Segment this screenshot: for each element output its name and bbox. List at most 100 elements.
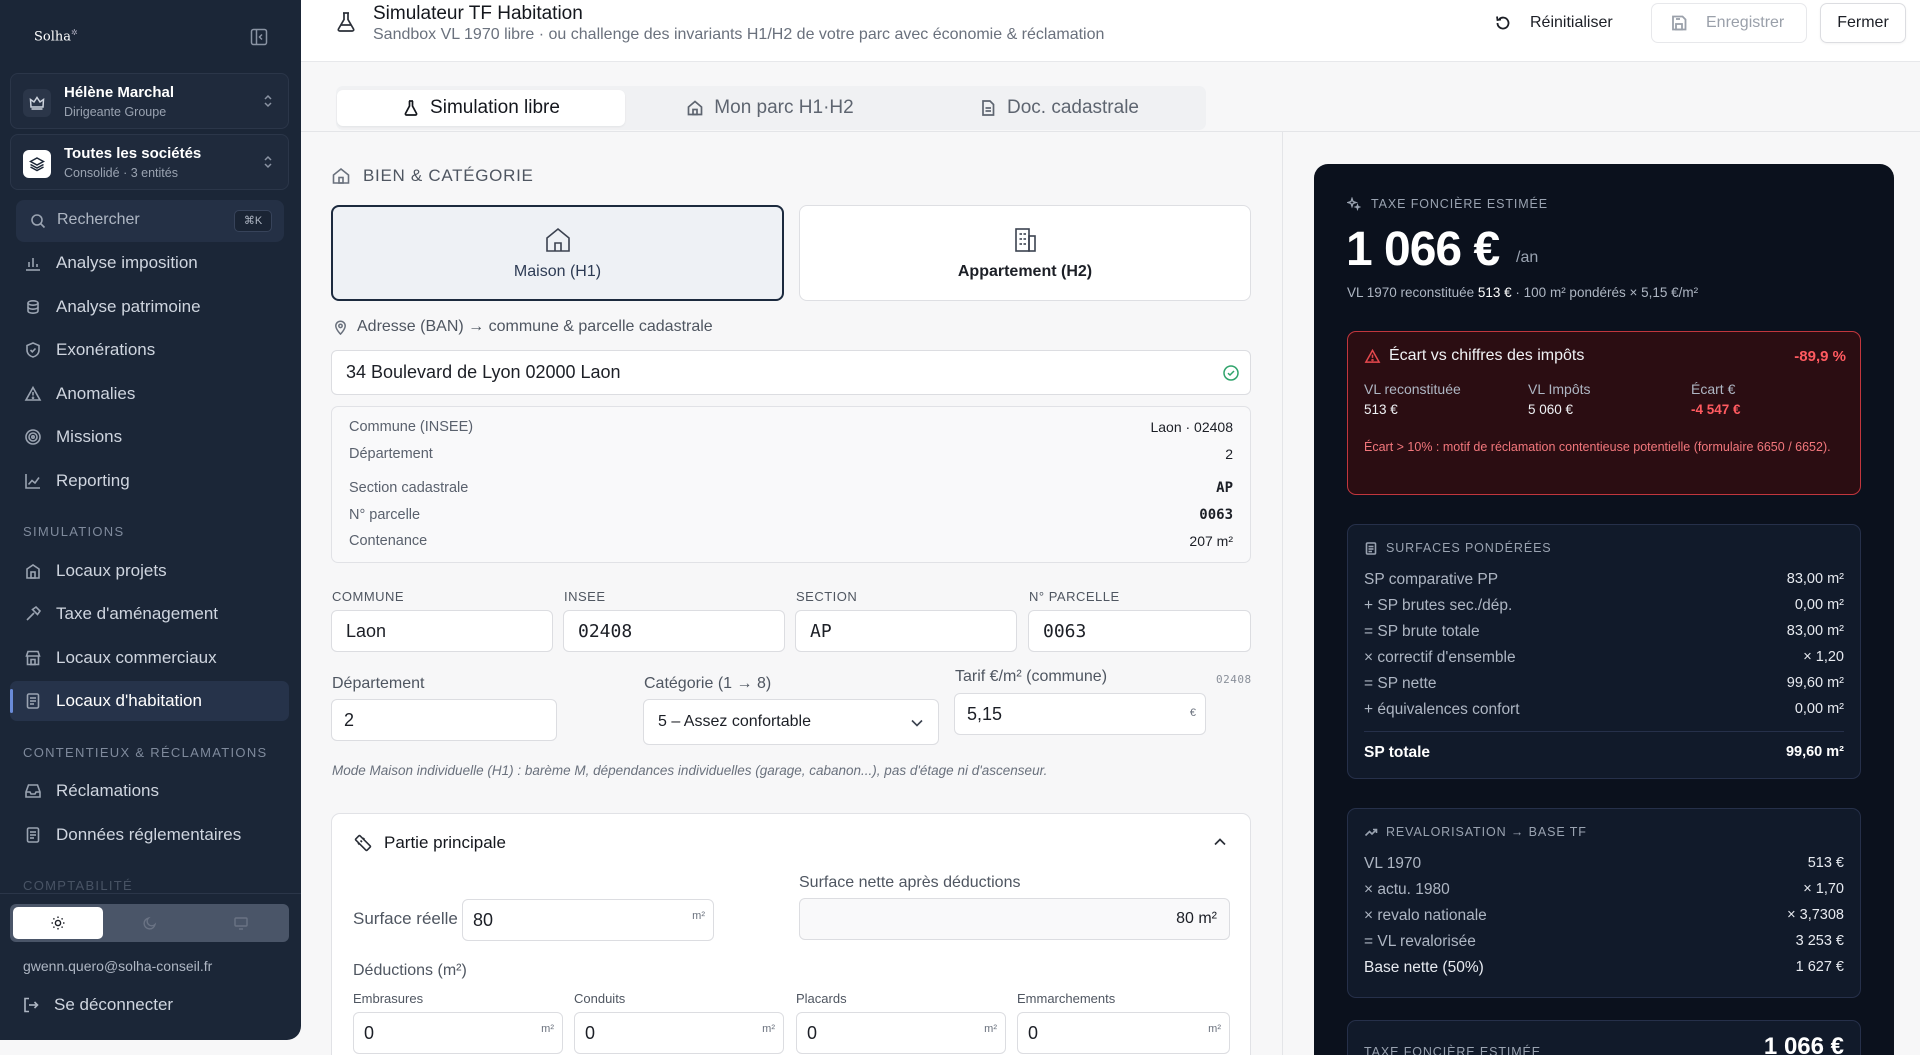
sidebar-item-taxe-amenagement[interactable]: Taxe d'aménagement bbox=[10, 594, 289, 634]
sidebar-item-locaux-commerciaux[interactable]: Locaux commerciaux bbox=[10, 638, 289, 678]
surface-reelle-label: Surface réelle bbox=[353, 909, 458, 928]
parcelle-input[interactable]: 0063 bbox=[1028, 610, 1251, 652]
revalo-box: REVALORISATION → BASE TF VL 1970 513 € × … bbox=[1347, 808, 1861, 998]
user-email: gwenn.quero@solha-conseil.fr bbox=[23, 958, 213, 974]
ecart-message: Écart > 10% : motif de réclamation conte… bbox=[1364, 440, 1831, 454]
sidebar-item-analyse-imposition[interactable]: Analyse imposition bbox=[10, 243, 289, 283]
panel-header[interactable]: Partie principale bbox=[353, 833, 506, 853]
company-name: Toutes les sociétés bbox=[64, 145, 202, 162]
monitor-icon bbox=[234, 917, 248, 930]
sidebar-item-locaux-habitation[interactable]: Locaux d'habitation bbox=[10, 681, 289, 721]
type-house-card[interactable]: Maison (H1) bbox=[331, 205, 784, 301]
vl-impots-value: 5 060 € bbox=[1528, 402, 1574, 417]
moon-icon bbox=[143, 916, 157, 930]
sidebar-item-exonerations[interactable]: Exonérations bbox=[10, 330, 289, 370]
tf-box-value: 1 066 € bbox=[1763, 1033, 1844, 1055]
deduction-emmarchements-input[interactable]: 0 m² bbox=[1017, 1012, 1230, 1054]
flask-icon bbox=[404, 100, 418, 116]
chevron-up-icon[interactable] bbox=[1212, 836, 1228, 848]
sidebar-item-donnees-reglementaires[interactable]: Données réglementaires bbox=[10, 815, 289, 855]
info-row-commune: Commune (INSEE) Laon · 02408 bbox=[349, 419, 1233, 435]
deduction-embrasures-input[interactable]: 0 m² bbox=[353, 1012, 563, 1054]
surface-row: + SP brutes sec./dép. 0,00 m² bbox=[1364, 597, 1844, 614]
tf-box-label: TAXE FONCIÈRE ESTIMÉE bbox=[1364, 1045, 1542, 1055]
document-icon bbox=[982, 100, 995, 116]
surface-row: = SP brute totale 83,00 m² bbox=[1364, 623, 1844, 640]
info-row-contenance: Contenance 207 m² bbox=[349, 533, 1233, 549]
chevron-updown-icon bbox=[264, 155, 272, 169]
insee-label: INSEE bbox=[564, 589, 606, 604]
chevron-down-icon bbox=[911, 719, 923, 727]
sun-icon bbox=[51, 916, 65, 930]
building-icon bbox=[1015, 228, 1036, 252]
ecart-euro-value: -4 547 € bbox=[1691, 402, 1741, 417]
deduction-placards-label: Placards bbox=[796, 991, 847, 1006]
info-row-parcelle: N° parcelle 0063 bbox=[349, 507, 1233, 523]
commune-label: COMMUNE bbox=[332, 589, 405, 604]
tab-simulation-libre[interactable]: Simulation libre bbox=[337, 90, 625, 126]
cadastral-info: Commune (INSEE) Laon · 02408 Département 2… bbox=[331, 406, 1251, 563]
logout-button[interactable]: Se déconnecter bbox=[22, 995, 173, 1015]
crown-icon bbox=[23, 89, 51, 117]
save-button[interactable]: Enregistrer bbox=[1651, 3, 1807, 43]
deductions-label: Déductions (m²) bbox=[353, 962, 467, 979]
theme-dark-button[interactable] bbox=[105, 907, 195, 939]
section-comptabilite: COMPTABILITÉ bbox=[23, 878, 133, 893]
tab-mon-parc[interactable]: Mon parc H1·H2 bbox=[626, 90, 914, 126]
categorie-label: Catégorie (1 → 8) bbox=[644, 675, 772, 692]
logo[interactable]: Solha✲ bbox=[34, 28, 78, 44]
sidebar-item-locaux-projets[interactable]: Locaux projets bbox=[10, 551, 289, 591]
sidebar-item-anomalies[interactable]: Anomalies bbox=[10, 374, 289, 414]
sidebar-item-reporting[interactable]: Reporting bbox=[10, 461, 289, 501]
shield-icon bbox=[26, 342, 40, 358]
ecart-euro-label: Écart € bbox=[1691, 381, 1736, 397]
warning-icon bbox=[1364, 348, 1381, 363]
revalo-row: × actu. 1980 × 1,70 bbox=[1364, 881, 1844, 898]
type-apartment-card[interactable]: Appartement (H2) bbox=[799, 205, 1251, 301]
insee-input[interactable]: 02408 bbox=[563, 610, 785, 652]
home-icon bbox=[545, 227, 570, 252]
section-header-bien: BIEN & CATÉGORIE bbox=[331, 166, 534, 186]
tarif-code: 02408 bbox=[1216, 673, 1252, 686]
sidebar-item-reclamations[interactable]: Réclamations bbox=[10, 771, 289, 811]
sidebar-divider bbox=[0, 893, 301, 894]
company-switcher[interactable]: Toutes les sociétés Consolidé · 3 entité… bbox=[10, 134, 289, 190]
target-icon bbox=[25, 429, 41, 445]
reset-button[interactable]: Réinitialiser bbox=[1494, 3, 1634, 43]
section-input[interactable]: AP bbox=[795, 610, 1017, 652]
flask-icon bbox=[337, 12, 355, 32]
address-input[interactable]: 34 Boulevard de Lyon 02000 Laon bbox=[331, 350, 1251, 395]
sidebar-item-analyse-patrimoine[interactable]: Analyse patrimoine bbox=[10, 287, 289, 327]
tabs-divider bbox=[301, 131, 1920, 132]
theme-system-button[interactable] bbox=[196, 907, 286, 939]
sidebar-search[interactable]: Rechercher ⌘K bbox=[16, 200, 284, 242]
trending-up-icon bbox=[1364, 828, 1378, 837]
sidebar-item-missions[interactable]: Missions bbox=[10, 417, 289, 457]
surface-reelle-input[interactable]: 80 m² bbox=[462, 899, 714, 941]
coins-icon bbox=[27, 299, 39, 315]
sidebar-collapse-icon[interactable] bbox=[250, 28, 268, 46]
deduction-conduits-input[interactable]: 0 m² bbox=[574, 1012, 784, 1054]
store-icon bbox=[25, 650, 41, 666]
save-icon bbox=[1672, 15, 1687, 31]
address-label: Adresse (BAN) → commune & parcelle cadas… bbox=[333, 318, 713, 336]
section-contentieux: CONTENTIEUX & RÉCLAMATIONS bbox=[23, 745, 268, 760]
deduction-placards-input[interactable]: 0 m² bbox=[796, 1012, 1006, 1054]
categorie-select[interactable]: 5 – Assez confortable bbox=[643, 699, 939, 745]
deduction-conduits-label: Conduits bbox=[574, 991, 626, 1006]
rotate-ccw-icon bbox=[1496, 16, 1510, 30]
surfaces-box: SURFACES PONDÉRÉES SP comparative PP 83,0… bbox=[1347, 524, 1861, 779]
ecart-pct: -89,9 % bbox=[1794, 348, 1846, 365]
departement-input[interactable]: 2 bbox=[331, 699, 557, 741]
tarif-input[interactable]: 5,15 € bbox=[954, 693, 1206, 735]
close-button[interactable]: Fermer bbox=[1820, 3, 1906, 43]
surface-row: SP comparative PP 83,00 m² bbox=[1364, 571, 1844, 588]
result-amount: 1 066 € bbox=[1346, 223, 1500, 276]
commune-input[interactable]: Laon bbox=[331, 610, 553, 652]
user-switcher[interactable]: Hélène Marchal Dirigeante Groupe bbox=[10, 73, 289, 129]
ecart-alert: Écart vs chiffres des impôts -89,9 % VL … bbox=[1347, 331, 1861, 495]
info-row-section: Section cadastrale AP bbox=[349, 480, 1233, 496]
theme-light-button[interactable] bbox=[13, 907, 103, 939]
tab-doc-cadastrale[interactable]: Doc. cadastrale bbox=[915, 90, 1203, 126]
result-header: TAXE FONCIÈRE ESTIMÉE bbox=[1347, 197, 1548, 211]
